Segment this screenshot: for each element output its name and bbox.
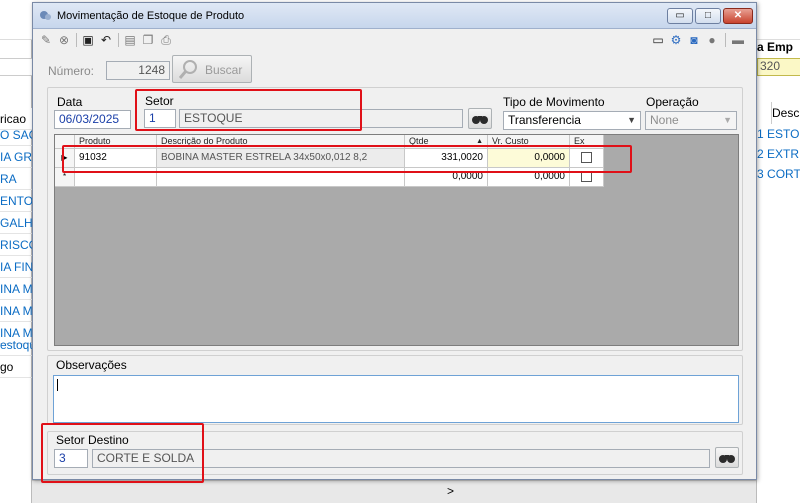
print-icon[interactable]: ⎙ bbox=[159, 33, 173, 47]
observacoes-field[interactable] bbox=[53, 375, 739, 423]
tipo-movimento-value: Transferencia bbox=[508, 113, 581, 127]
data-field[interactable]: 06/03/2025 bbox=[54, 110, 131, 129]
background-left-link[interactable]: estoque bbox=[0, 334, 32, 356]
cell-custo[interactable]: 0,0000 bbox=[488, 168, 570, 187]
background-left-list: ricao O SACO IA GRO RA ENTO I GALHA RISC… bbox=[0, 40, 32, 503]
tipo-movimento-label: Tipo de Movimento bbox=[503, 95, 605, 109]
search-icon bbox=[178, 60, 197, 79]
sort-asc-icon: ▲ bbox=[476, 138, 483, 145]
observacoes-label: Observações bbox=[56, 358, 127, 372]
close-button[interactable]: ✕ bbox=[723, 8, 753, 24]
edit-icon[interactable]: ✎ bbox=[39, 33, 53, 47]
row-indicator: * bbox=[55, 168, 75, 187]
chevron-down-icon: ▼ bbox=[723, 115, 732, 125]
table-row[interactable]: 1 ESTO bbox=[757, 124, 800, 144]
column-header-descricao[interactable]: Descrição do Produto bbox=[157, 135, 405, 149]
title-bar[interactable]: Movimentação de Estoque de Produto ▭ □ ✕ bbox=[33, 3, 756, 29]
toolbar: ✎ ⊗ ▣ ↶ ▤ ❐ ⎙ ▭ ⚙ ◙ ● ▬ bbox=[33, 30, 756, 50]
setor-destino-code-field[interactable]: 3 bbox=[54, 449, 88, 468]
list-item[interactable]: IA FINA bbox=[0, 256, 32, 278]
column-header-qtde-label: Qtde bbox=[409, 136, 429, 146]
list-item[interactable]: RISCO bbox=[0, 234, 32, 256]
cell-descricao: BOBINA MASTER ESTRELA 34x50x0,012 8,2 bbox=[157, 149, 405, 168]
toolbar-separator bbox=[76, 33, 77, 47]
background-left-label: go bbox=[0, 356, 32, 378]
cell-descricao bbox=[157, 168, 405, 187]
products-grid: Produto Descrição do Produto Qtde ▲ Vr. … bbox=[54, 134, 739, 346]
setor-destino-label: Setor Destino bbox=[56, 433, 129, 447]
cell-qtde[interactable]: 331,0020 bbox=[405, 149, 488, 168]
toolbar-separator bbox=[725, 33, 726, 47]
binoculars-icon bbox=[472, 116, 488, 124]
chevron-down-icon: ▼ bbox=[627, 115, 636, 125]
list-item[interactable]: INA MA bbox=[0, 300, 32, 322]
setor-destino-name-field: CORTE E SOLDA bbox=[92, 449, 710, 468]
background-right-col-header: Desc bbox=[771, 102, 800, 124]
settings-icon[interactable]: ⚙ bbox=[669, 33, 683, 47]
window-title: Movimentação de Estoque de Produto bbox=[57, 10, 245, 22]
maximize-button[interactable]: □ bbox=[695, 8, 721, 24]
column-header-produto[interactable]: Produto bbox=[75, 135, 157, 149]
export-icon[interactable]: ◙ bbox=[687, 33, 701, 47]
search-button: Buscar bbox=[172, 55, 252, 83]
search-button-label: Buscar bbox=[205, 63, 243, 77]
setor-name-field: ESTOQUE bbox=[179, 109, 463, 128]
user-icon[interactable]: ● bbox=[705, 33, 719, 47]
cell-produto[interactable] bbox=[75, 168, 157, 187]
data-label: Data bbox=[57, 95, 83, 109]
column-header-ex[interactable]: Ex bbox=[570, 135, 604, 149]
cell-ex bbox=[570, 168, 604, 187]
operacao-select: None ▼ bbox=[645, 111, 737, 130]
column-header-qtde[interactable]: Qtde ▲ bbox=[405, 135, 488, 149]
background-bottom-scrollbar[interactable]: > bbox=[32, 480, 756, 503]
table-row[interactable]: 3 CORT bbox=[757, 164, 800, 184]
background-left-strip bbox=[0, 58, 32, 76]
setor-code-field[interactable]: 1 bbox=[144, 109, 176, 128]
copy-icon[interactable]: ❐ bbox=[141, 33, 155, 47]
list-item[interactable]: GALHA bbox=[0, 212, 32, 234]
list-item[interactable]: RA bbox=[0, 168, 32, 190]
ex-checkbox[interactable] bbox=[581, 152, 592, 163]
list-item[interactable]: IA GRO bbox=[0, 146, 32, 168]
cell-custo[interactable]: 0,0000 bbox=[488, 149, 570, 168]
setor-destino-lookup-button[interactable] bbox=[715, 447, 739, 468]
list-icon[interactable]: ▭ bbox=[651, 33, 665, 47]
cancel-icon[interactable]: ⊗ bbox=[57, 33, 71, 47]
row-indicator: ▶ bbox=[55, 149, 75, 168]
toolbar-separator bbox=[118, 33, 119, 47]
text-caret bbox=[57, 379, 58, 391]
list-item[interactable]: ENTO I bbox=[0, 190, 32, 212]
tipo-movimento-select[interactable]: Transferencia ▼ bbox=[503, 111, 641, 130]
ex-checkbox[interactable] bbox=[581, 171, 592, 182]
background-right-label-2: Emp bbox=[767, 40, 794, 54]
column-header-custo[interactable]: Vr. Custo bbox=[488, 135, 570, 149]
list-item[interactable]: O SACO bbox=[0, 124, 32, 146]
binoculars-icon bbox=[719, 455, 735, 463]
undo-icon[interactable]: ↶ bbox=[99, 33, 113, 47]
setor-label: Setor bbox=[145, 94, 174, 108]
cell-ex bbox=[570, 149, 604, 168]
app-icon bbox=[40, 11, 51, 20]
scroll-right-arrow[interactable]: > bbox=[447, 484, 454, 498]
numero-label: Número: bbox=[48, 64, 95, 78]
stock-movement-dialog: Movimentação de Estoque de Produto ▭ □ ✕… bbox=[32, 2, 757, 483]
background-right-value: 320 bbox=[757, 58, 800, 76]
numero-field: 1248 bbox=[106, 61, 170, 80]
minimize-button[interactable]: ▭ bbox=[667, 8, 693, 24]
save-icon[interactable]: ▣ bbox=[81, 33, 95, 47]
operacao-label: Operação bbox=[646, 95, 699, 109]
new-icon[interactable]: ▤ bbox=[123, 33, 137, 47]
setor-lookup-button[interactable] bbox=[468, 108, 492, 129]
cell-produto[interactable]: 91032 bbox=[75, 149, 157, 168]
menu-icon[interactable]: ▬ bbox=[731, 33, 745, 47]
grid-corner bbox=[55, 135, 75, 149]
cell-qtde[interactable]: 0,0000 bbox=[405, 168, 488, 187]
background-right-panel: a Emp 320 Desc 1 ESTO 2 EXTR 3 CORT bbox=[756, 40, 800, 503]
operacao-value: None bbox=[650, 113, 679, 127]
list-item[interactable]: INA MA bbox=[0, 278, 32, 300]
table-row[interactable]: 2 EXTR bbox=[757, 144, 800, 164]
